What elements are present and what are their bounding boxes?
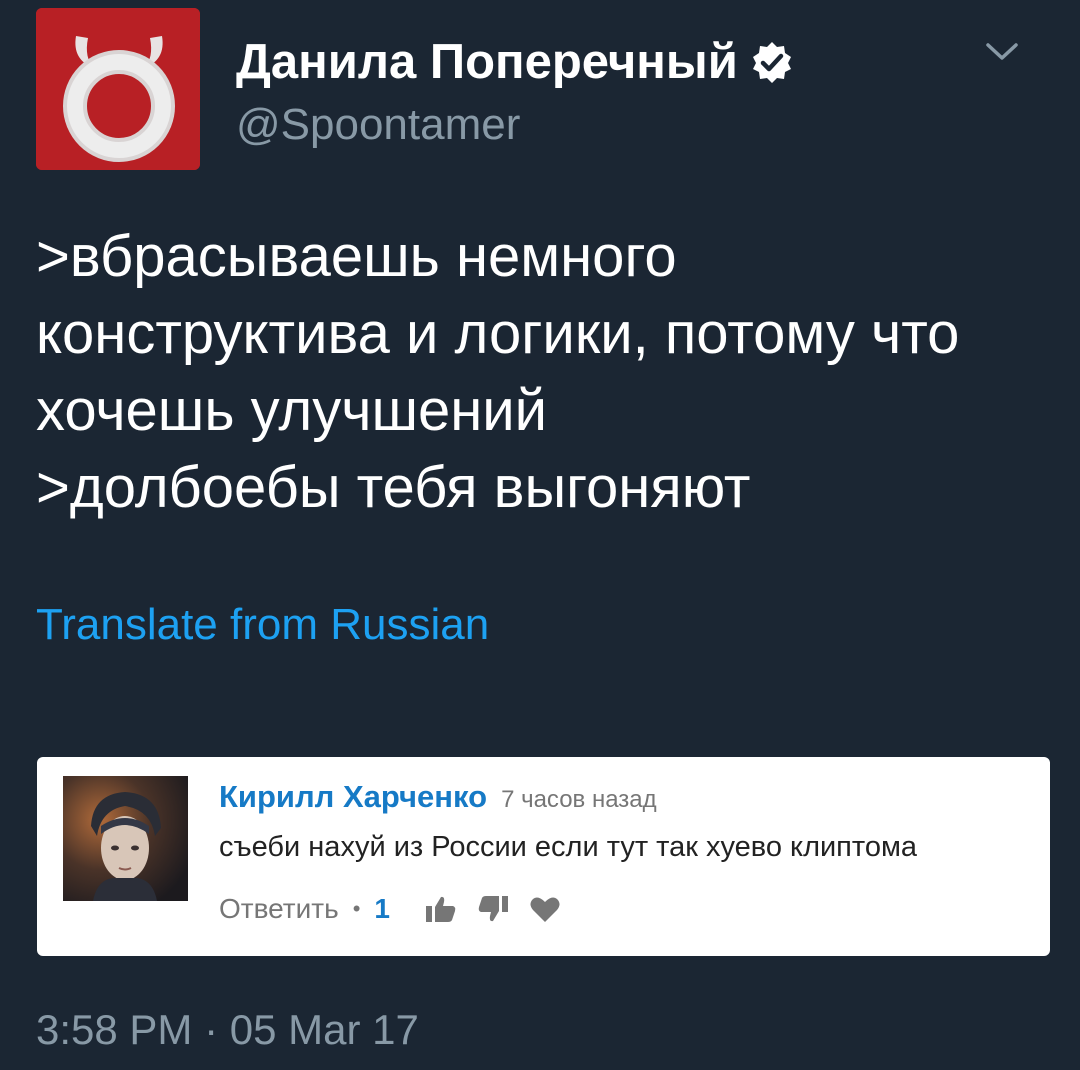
separator-dot: • [352,896,361,921]
heart-icon [528,893,562,925]
tweet-text-line: конструктива и логики, потому что [36,301,960,366]
comment-author: Кирилл Харченко [219,779,488,814]
display-name-row: Данила Поперечный [236,30,794,94]
comment-header: Кирилл Харченко 7 часов назад [219,779,657,815]
tweet-timestamp: 3:58 PM · 05 Mar 17 [36,1006,419,1053]
reply-link: Ответить [219,893,339,924]
embedded-image[interactable]: Кирилл Харченко 7 часов назад съеби наху… [37,757,1050,956]
tweet-text-line: >долбоебы тебя выгоняют [36,455,751,520]
chevron-down-icon[interactable] [982,38,1022,66]
comment-text: съеби нахуй из России если тут так хуево… [219,831,918,863]
user-handle[interactable]: @Spoontamer [236,100,520,150]
comment-time: 7 часов назад [501,786,657,813]
horned-logo-icon [36,8,200,170]
tweet-text-line: >вбрасываешь немного [36,224,677,289]
profile-avatar[interactable] [36,8,200,170]
tweet-text-line: хочешь улучшений [36,378,548,443]
tweet-text: >вбрасываешь немного конструктива и логи… [36,218,1046,526]
display-name[interactable]: Данила Поперечный [236,34,738,90]
translate-link[interactable]: Translate from Russian [36,600,489,650]
like-count: 1 [374,893,390,924]
comment-avatar [63,776,188,901]
thumbs-up-icon [424,893,458,925]
comment-actions: Ответить • 1 [219,893,580,925]
thumbs-down-icon [476,893,510,925]
verified-badge-icon [750,40,794,84]
